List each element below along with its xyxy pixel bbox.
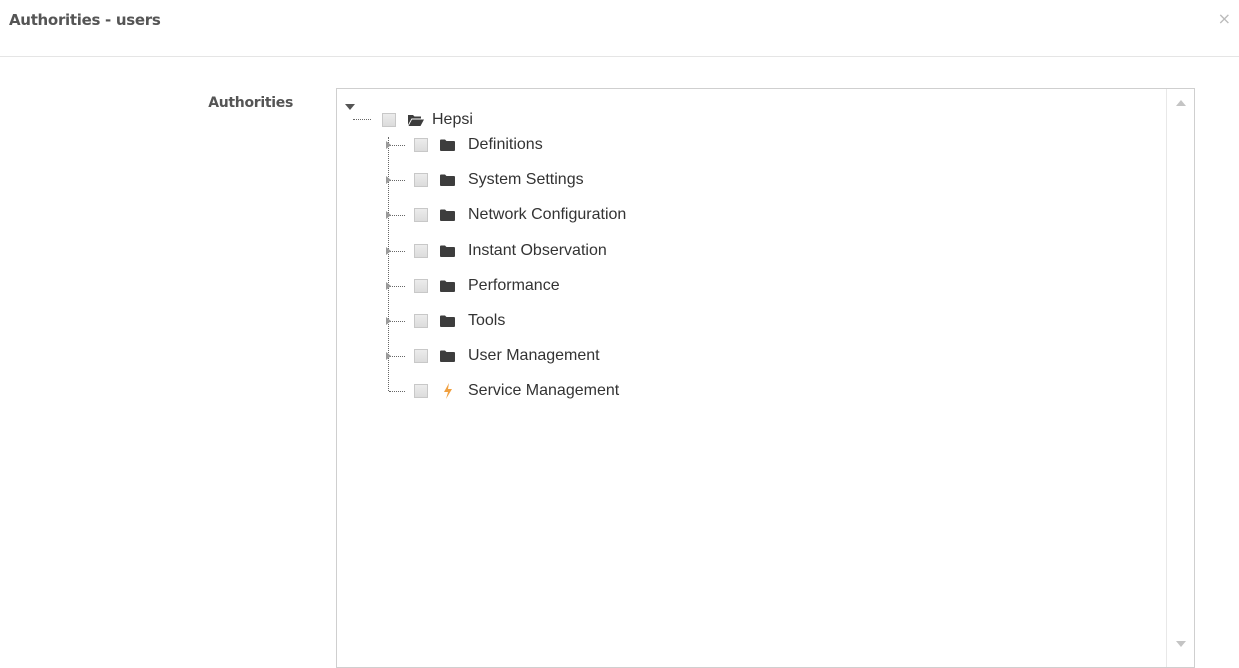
tree-checkbox[interactable] <box>414 208 428 223</box>
expand-icon[interactable] <box>386 141 391 149</box>
tree-node-service-management[interactable]: Service Management <box>414 380 619 402</box>
tree-connector <box>353 119 371 120</box>
close-button[interactable]: × <box>1218 11 1231 27</box>
expand-icon[interactable] <box>386 176 391 185</box>
expand-icon[interactable] <box>386 211 391 220</box>
tree-connector <box>389 180 405 182</box>
folder-icon <box>440 245 455 257</box>
expand-icon[interactable] <box>386 246 391 255</box>
expand-icon[interactable] <box>386 352 391 361</box>
scroll-up-icon[interactable] <box>1176 100 1186 106</box>
modal-title: Authorities - users <box>9 11 161 29</box>
modal-header: Authorities - users × <box>0 0 1239 57</box>
tree-checkbox[interactable] <box>414 314 428 328</box>
folder-icon <box>440 209 455 222</box>
tree-connector <box>389 321 405 322</box>
tree-node-performance[interactable]: Performance <box>414 275 560 297</box>
tree-node-instant-observation[interactable]: Instant Observation <box>414 240 607 262</box>
folder-icon <box>440 280 455 292</box>
folder-icon <box>440 350 455 363</box>
tree-connector <box>389 250 405 252</box>
tree-connector <box>389 285 405 287</box>
tree-checkbox[interactable] <box>414 243 428 258</box>
tree-node-label[interactable]: Network Configuration <box>468 206 626 224</box>
tree-node-definitions[interactable]: Definitions <box>414 134 543 156</box>
tree-node-label[interactable]: System Settings <box>468 171 584 189</box>
tree-node-user-management[interactable]: User Management <box>414 345 600 367</box>
root-collapse-icon[interactable] <box>345 104 355 110</box>
tree-connector <box>389 356 405 358</box>
tree-scrollbar[interactable] <box>1166 89 1194 667</box>
tree-node-label[interactable]: Definitions <box>468 136 543 154</box>
tree-node-label[interactable]: User Management <box>468 347 600 365</box>
tree-node-label[interactable]: Instant Observation <box>468 242 607 260</box>
expand-icon[interactable] <box>386 281 391 290</box>
authorities-tree[interactable]: Hepsi Definitions System Settings Network C… <box>336 88 1195 668</box>
scroll-down-icon[interactable] <box>1176 641 1186 647</box>
expand-icon[interactable] <box>386 317 391 325</box>
tree-connector <box>389 391 405 393</box>
tree-node-tools[interactable]: Tools <box>414 310 505 332</box>
tree-node-label[interactable]: Tools <box>468 312 505 330</box>
tree-checkbox[interactable] <box>414 138 428 152</box>
tree-checkbox[interactable] <box>414 173 428 188</box>
folder-icon <box>440 315 455 327</box>
tree-checkbox[interactable] <box>414 349 428 364</box>
folder-open-icon <box>408 115 424 126</box>
tree-checkbox[interactable] <box>382 113 396 127</box>
tree-node-label[interactable]: Performance <box>468 277 560 295</box>
tree-node-label[interactable]: Service Management <box>468 382 619 400</box>
tree-node-system-settings[interactable]: System Settings <box>414 169 584 191</box>
authorities-label: Authorities <box>208 95 293 111</box>
tree-checkbox[interactable] <box>414 384 428 399</box>
tree-node-hepsi[interactable]: Hepsi <box>382 109 473 131</box>
folder-icon <box>440 174 455 187</box>
tree-node-label[interactable]: Hepsi <box>432 111 473 129</box>
tree-node-network-configuration[interactable]: Network Configuration <box>414 204 626 226</box>
tree-checkbox[interactable] <box>414 278 428 293</box>
bolt-icon <box>444 383 452 400</box>
tree-connector <box>389 215 405 217</box>
folder-icon <box>440 139 455 151</box>
tree-connector <box>389 145 405 146</box>
